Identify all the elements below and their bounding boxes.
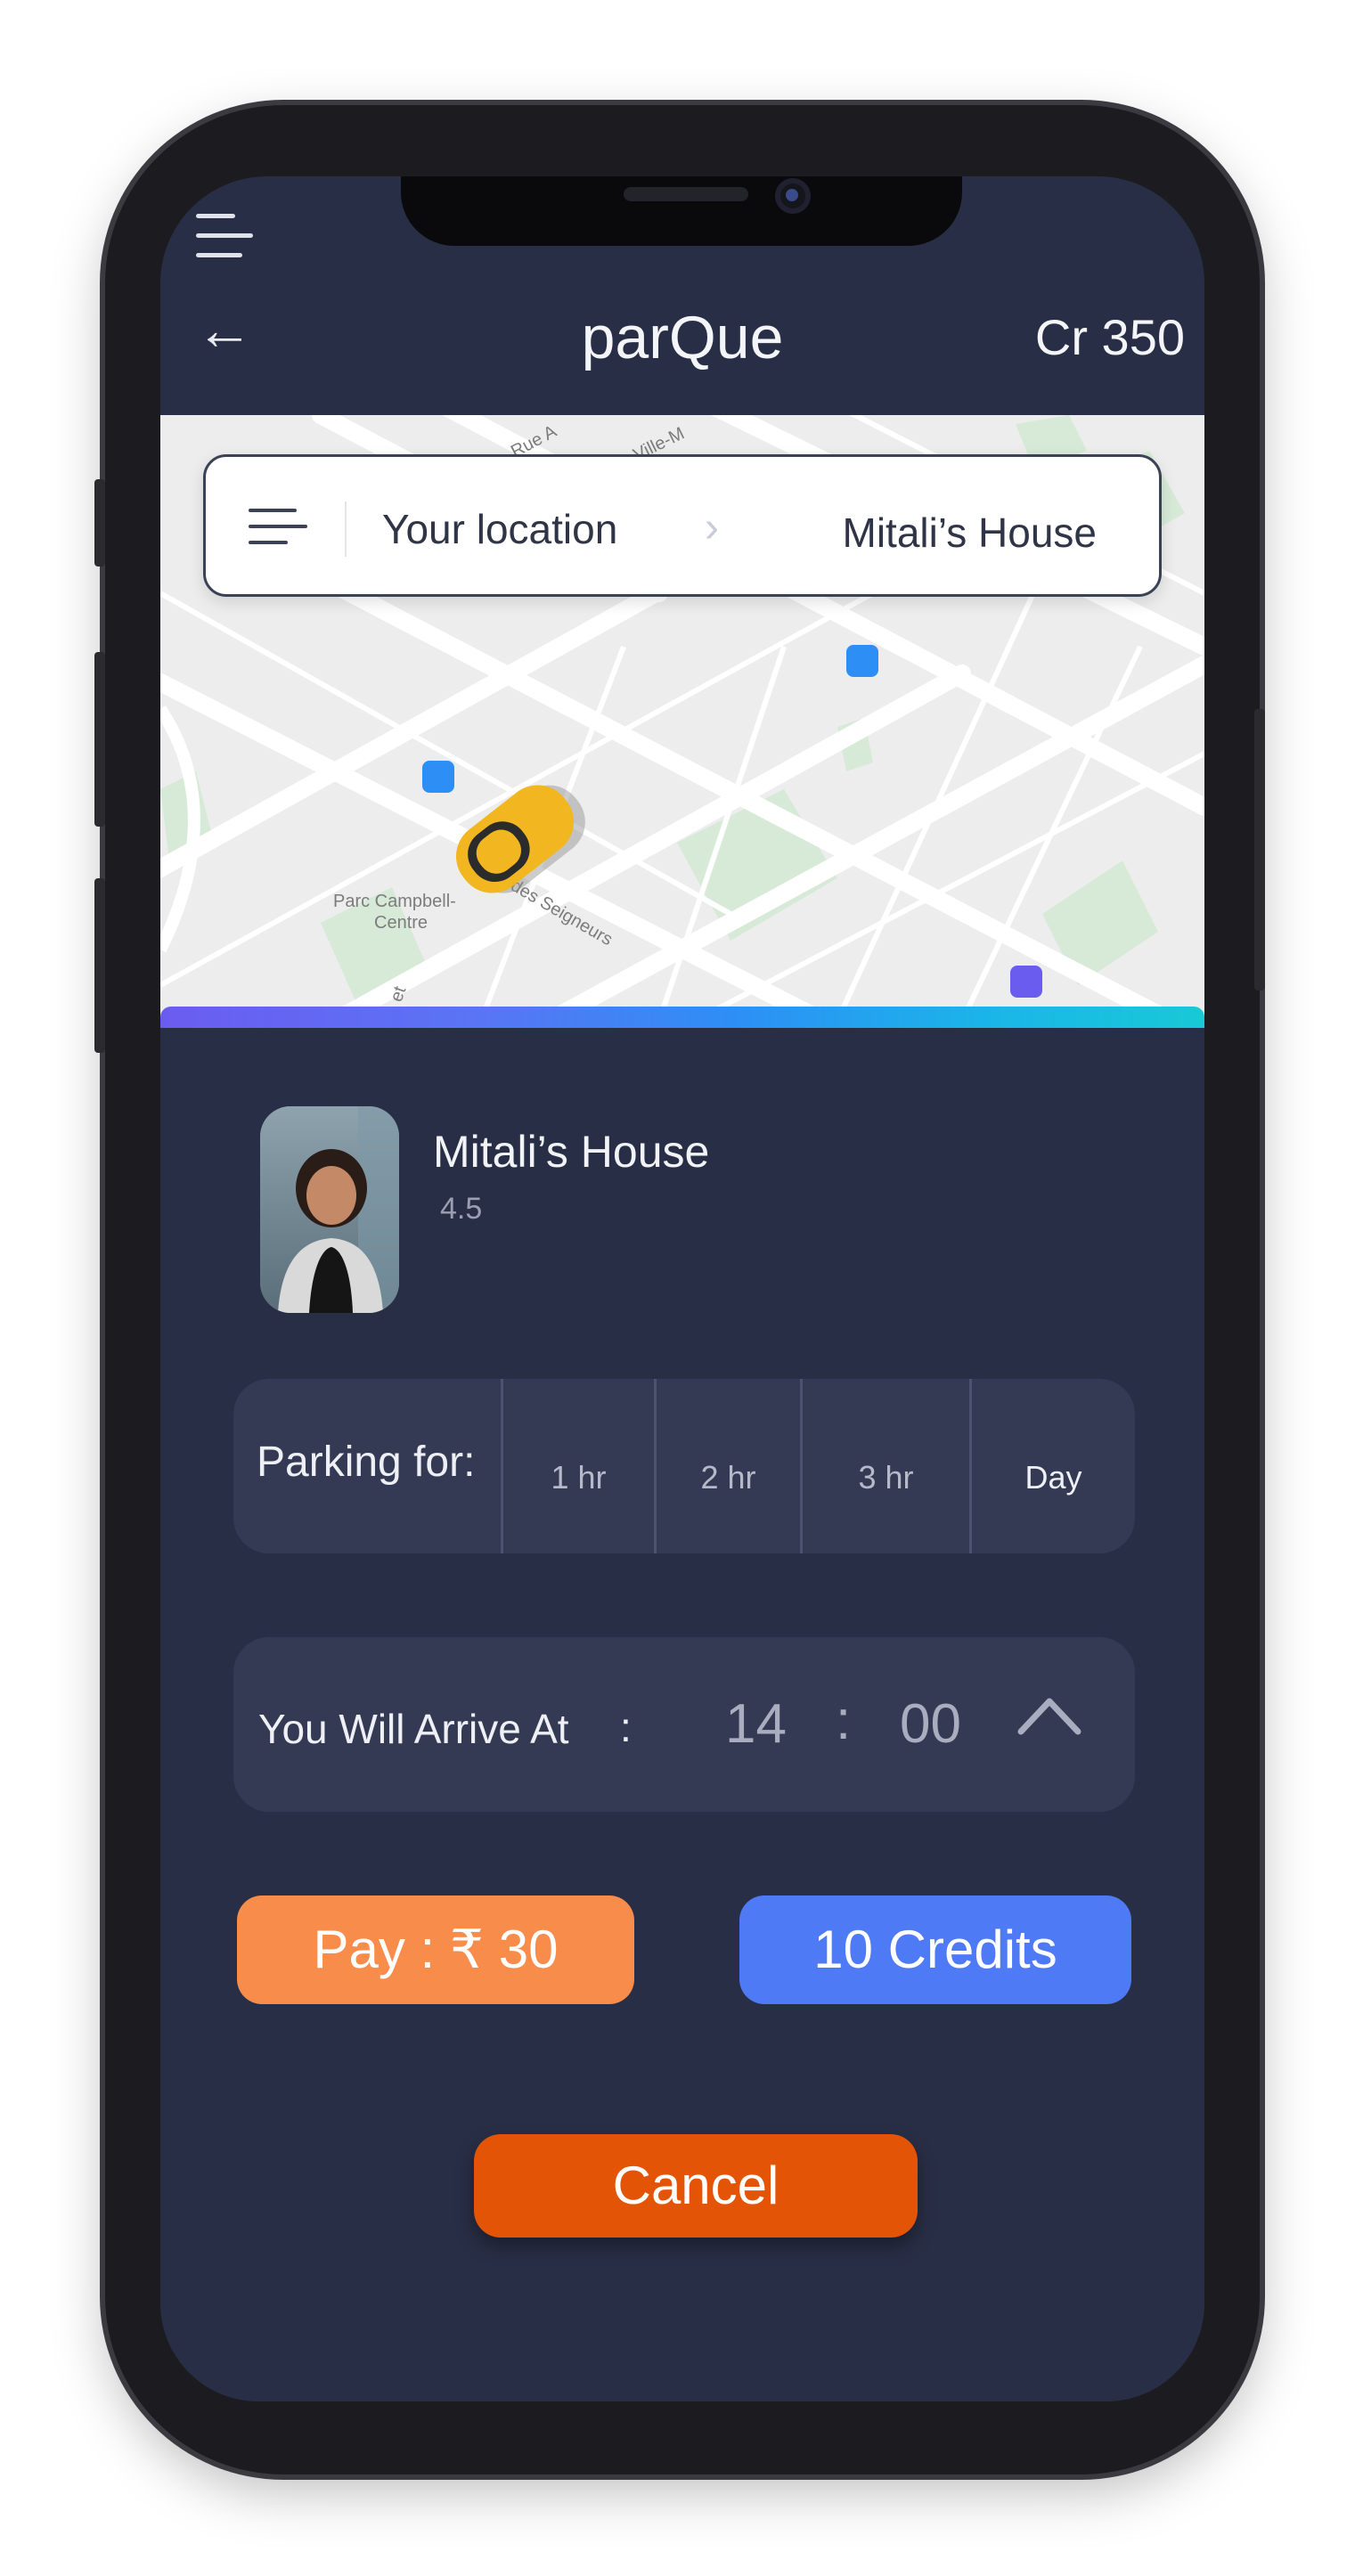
duration-option-3hr[interactable]: 3 hr — [800, 1379, 969, 1553]
time-separator: : — [836, 1690, 852, 1751]
parking-duration-selector: Parking for: 1 hr 2 hr 3 hr Day — [233, 1379, 1135, 1553]
divider — [345, 501, 347, 557]
list-menu-icon[interactable] — [249, 509, 307, 548]
volume-up-button — [94, 652, 105, 827]
host-avatar — [260, 1106, 399, 1313]
chevron-up-icon[interactable] — [1017, 1682, 1081, 1746]
arrival-minutes[interactable]: 00 — [900, 1692, 961, 1756]
arrival-hours[interactable]: 14 — [725, 1692, 787, 1756]
to-location[interactable]: Mitali’s House — [843, 509, 1097, 557]
credits-balance: Cr 350 — [1034, 309, 1185, 365]
duration-option-label: 1 hr — [551, 1459, 607, 1496]
host-name: Mitali’s House — [433, 1127, 710, 1177]
duration-option-label: 2 hr — [700, 1459, 756, 1496]
duration-option-1hr[interactable]: 1 hr — [501, 1379, 654, 1553]
mute-switch — [94, 479, 105, 567]
power-button — [1254, 709, 1265, 990]
speaker-grille — [624, 187, 748, 201]
app-screen: ← parQue Cr 350 Rue A Parc Campbell- Cen… — [160, 176, 1204, 2401]
host-rating: 4.5 — [440, 1192, 483, 1226]
arrival-label-colon: : — [620, 1704, 632, 1750]
front-camera — [775, 178, 811, 214]
app-header: ← parQue Cr 350 — [160, 292, 1204, 408]
svg-text:Parc Campbell-: Parc Campbell- — [333, 892, 456, 911]
duration-option-label: 3 hr — [858, 1459, 914, 1496]
notch — [401, 176, 962, 246]
pay-button[interactable]: Pay : ₹ 30 — [237, 1895, 634, 2004]
duration-option-label: Day — [1024, 1459, 1082, 1496]
from-location[interactable]: Your location — [382, 505, 617, 553]
route-search-bar[interactable]: Your location › Mitali’s House — [203, 454, 1162, 597]
duration-option-2hr[interactable]: 2 hr — [654, 1379, 800, 1553]
trip-progress-bar — [160, 1007, 1204, 1028]
arrival-label: You Will Arrive At — [258, 1706, 569, 1752]
arrival-time-picker: You Will Arrive At : 14 : 00 — [233, 1637, 1135, 1812]
svg-text:Centre: Centre — [374, 913, 428, 933]
volume-down-button — [94, 878, 105, 1053]
parking-label: Parking for: — [257, 1439, 476, 1486]
duration-option-day[interactable]: Day — [969, 1379, 1135, 1553]
chevron-right-icon: › — [705, 504, 719, 551]
pay-with-credits-button[interactable]: 10 Credits — [739, 1895, 1131, 2004]
hamburger-menu-icon[interactable] — [196, 214, 258, 262]
cancel-button[interactable]: Cancel — [474, 2134, 918, 2238]
